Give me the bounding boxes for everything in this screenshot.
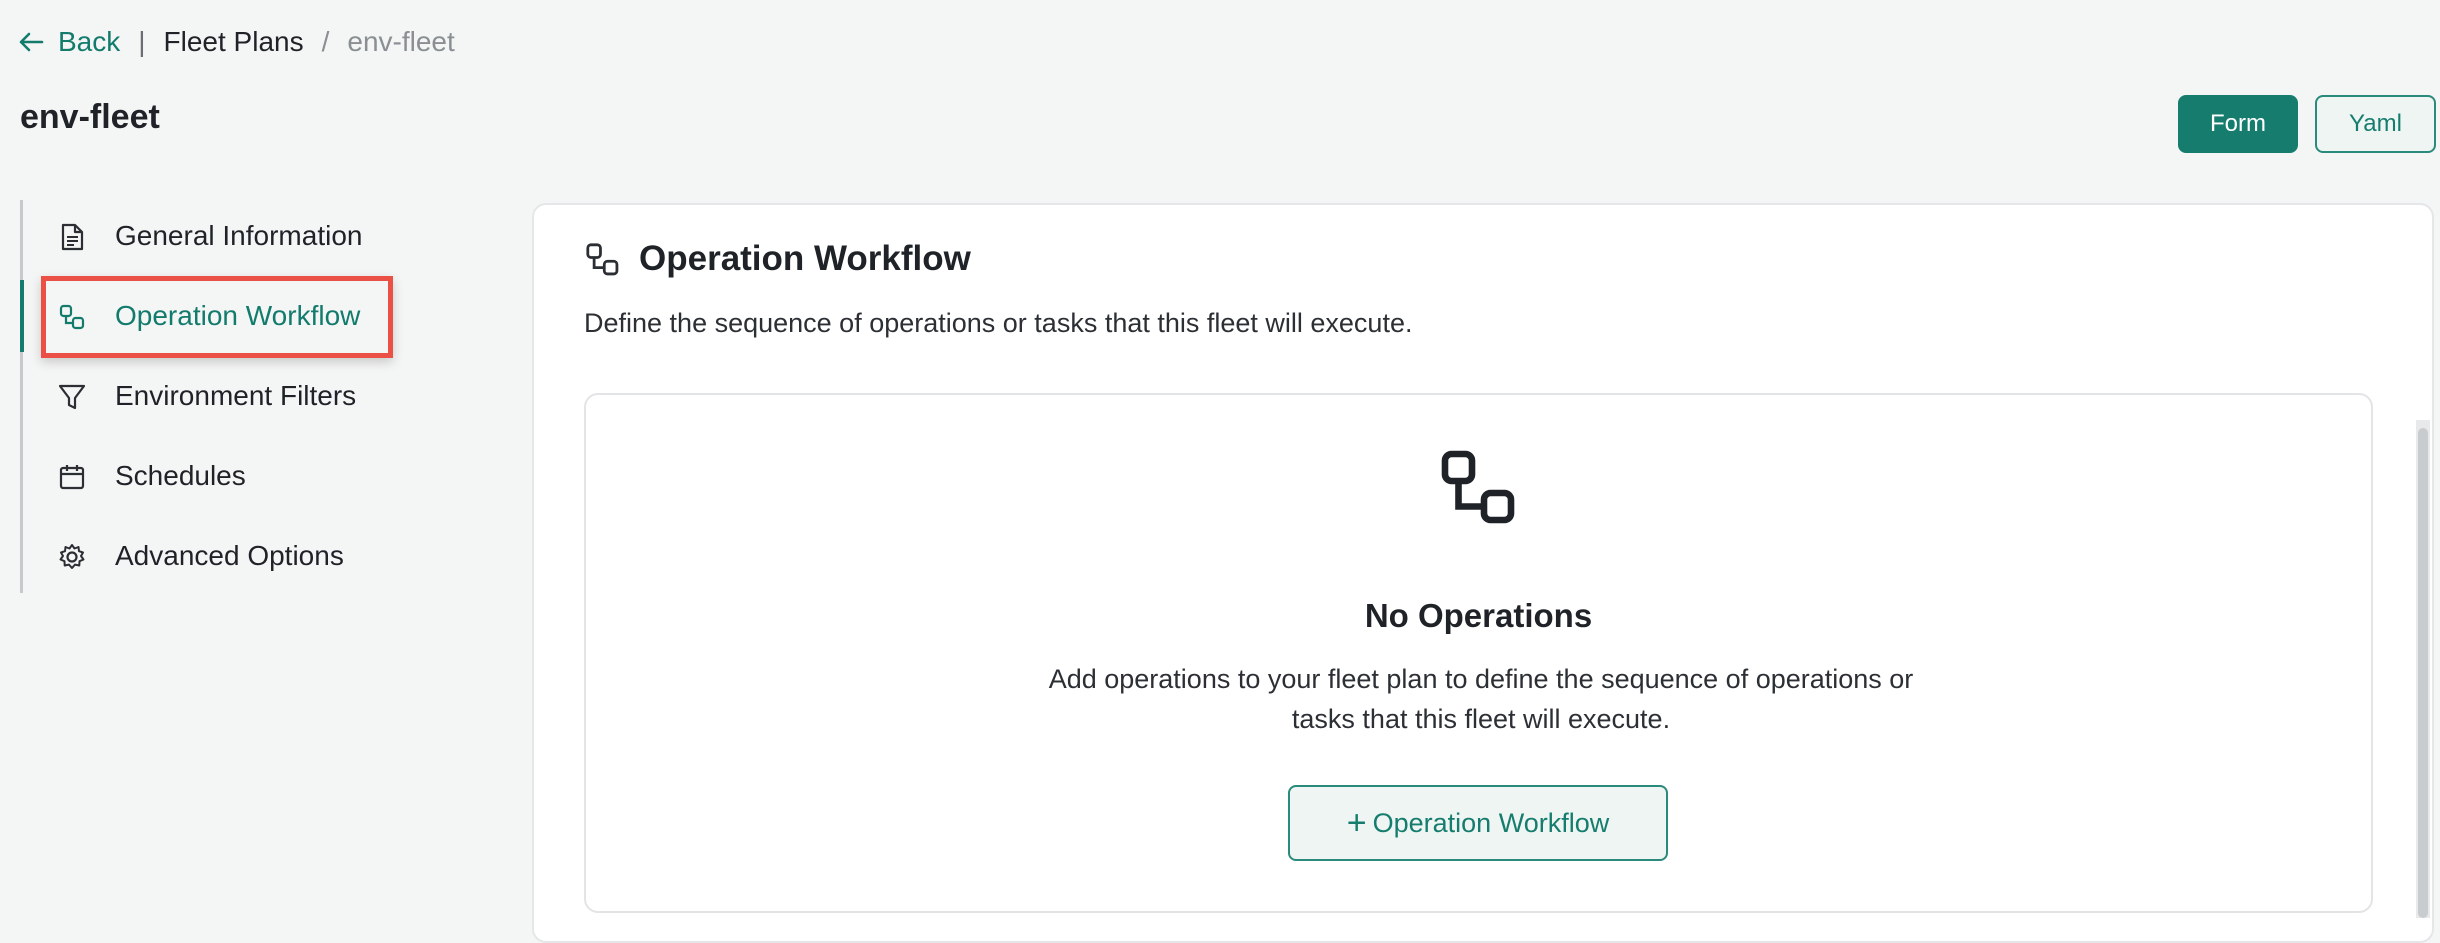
- sidebar-item-schedules[interactable]: Schedules: [23, 440, 393, 512]
- empty-state-title: No Operations: [1364, 597, 1593, 634]
- add-operation-workflow-button[interactable]: + Operation Workflow: [1288, 785, 1668, 861]
- page-title: env-fleet: [20, 98, 160, 136]
- sidebar-item-label: Schedules: [115, 460, 246, 491]
- sidebar-item-advanced-options[interactable]: Advanced Options: [23, 520, 393, 592]
- breadcrumb: Back | Fleet Plans / env-fleet: [18, 22, 455, 62]
- breadcrumb-current: env-fleet: [347, 26, 455, 57]
- breadcrumb-fleet-plans[interactable]: Fleet Plans: [164, 26, 304, 58]
- highlight-annotation: [41, 276, 393, 358]
- gear-icon: [59, 544, 85, 569]
- workflow-icon: [586, 243, 619, 276]
- breadcrumb-separator: |: [138, 26, 146, 57]
- empty-state: No Operations Add operations to your fle…: [584, 393, 2373, 913]
- panel-description: Define the sequence of operations or tas…: [584, 308, 1413, 338]
- filter-icon: [58, 384, 86, 410]
- back-label: Back: [58, 26, 121, 57]
- workflow-icon: [1441, 450, 1515, 524]
- empty-state-description: Add operations to your fleet plan to def…: [1048, 664, 1914, 734]
- sidebar-item-label: General Information: [115, 220, 363, 251]
- scrollbar-thumb[interactable]: [2418, 428, 2428, 918]
- operation-workflow-panel: Operation Workflow Define the sequence o…: [532, 203, 2434, 943]
- yaml-mode-button[interactable]: Yaml: [2315, 95, 2436, 153]
- sidebar-item-environment-filters[interactable]: Environment Filters: [23, 360, 393, 432]
- arrow-left-icon: [19, 32, 44, 52]
- sidebar-item-label: Environment Filters: [115, 380, 357, 411]
- calendar-icon: [59, 465, 85, 490]
- document-icon: [61, 223, 84, 251]
- sidebar-item-label: Advanced Options: [115, 540, 344, 571]
- add-button-label: Operation Workflow: [1372, 807, 1610, 838]
- back-link[interactable]: Back: [18, 26, 120, 58]
- sidebar-item-general-information[interactable]: General Information: [23, 200, 393, 272]
- breadcrumb-slash: /: [321, 26, 330, 57]
- plus-icon: +: [1346, 804, 1367, 842]
- side-nav: General Information Operation Workflow E…: [20, 200, 403, 593]
- form-mode-button[interactable]: Form: [2178, 95, 2298, 153]
- panel-title: Operation Workflow: [639, 239, 971, 278]
